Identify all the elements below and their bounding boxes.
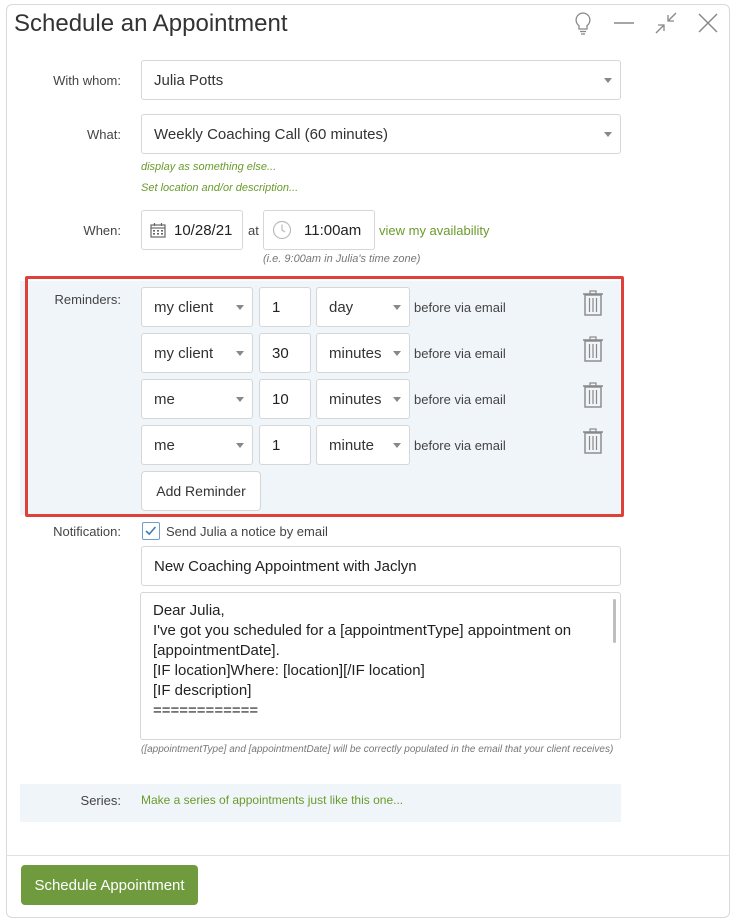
date-input[interactable]: 10/28/21 xyxy=(141,210,243,250)
body-line: [IF description] xyxy=(153,682,252,699)
what-select[interactable]: Weekly Coaching Call (60 minutes) xyxy=(141,114,621,154)
series-label: Series: xyxy=(80,793,121,808)
make-series-link[interactable]: Make a series of appointments just like … xyxy=(141,793,403,807)
footer-divider xyxy=(6,855,730,856)
reminders-highlight xyxy=(25,276,624,517)
set-location-link[interactable]: Set location and/or description... xyxy=(141,182,298,194)
send-notice-label: Send Julia a notice by email xyxy=(166,524,328,539)
body-line: Dear Julia, xyxy=(153,602,225,619)
caret-down-icon xyxy=(604,132,612,137)
when-label: When: xyxy=(83,223,121,238)
time-value: 11:00am xyxy=(304,221,362,239)
notification-label: Notification: xyxy=(53,524,121,539)
with-whom-label: With whom: xyxy=(53,73,121,88)
display-as-link[interactable]: display as something else... xyxy=(141,161,276,173)
body-line: [appointmentDate]. xyxy=(153,642,280,659)
close-icon[interactable] xyxy=(695,10,721,36)
what-value: Weekly Coaching Call (60 minutes) xyxy=(154,125,388,143)
body-line: ============ xyxy=(153,702,259,719)
caret-down-icon xyxy=(604,78,612,83)
minimize-icon[interactable] xyxy=(611,10,637,36)
schedule-appointment-button[interactable]: Schedule Appointment xyxy=(21,865,198,905)
email-subject-value: New Coaching Appointment with Jaclyn xyxy=(154,557,417,575)
clock-icon xyxy=(272,220,292,240)
placeholder-note: ([appointmentType] and [appointmentDate]… xyxy=(141,744,614,755)
view-availability-link[interactable]: view my availability xyxy=(379,223,490,238)
lightbulb-icon[interactable] xyxy=(570,10,596,36)
timezone-note: (i.e. 9:00am in Julia's time zone) xyxy=(263,253,421,265)
email-subject-input[interactable]: New Coaching Appointment with Jaclyn xyxy=(141,546,621,586)
date-value: 10/28/21 xyxy=(174,221,233,239)
body-line: I've got you scheduled for a [appointmen… xyxy=(153,622,572,639)
textarea-scrollbar[interactable] xyxy=(613,599,616,643)
calendar-icon xyxy=(150,223,166,238)
send-notice-checkbox[interactable] xyxy=(142,522,160,540)
time-input[interactable]: 11:00am xyxy=(263,210,375,250)
dialog-title: Schedule an Appointment xyxy=(14,10,288,37)
with-whom-select[interactable]: Julia Potts xyxy=(141,60,621,100)
with-whom-value: Julia Potts xyxy=(154,71,224,89)
what-label: What: xyxy=(87,127,121,142)
collapse-icon[interactable] xyxy=(653,10,679,36)
checkmark-icon xyxy=(145,526,157,536)
at-label: at xyxy=(248,223,259,238)
body-line: [IF location]Where: [location][/IF locat… xyxy=(153,662,425,679)
email-body-textarea[interactable]: Dear Julia, I've got you scheduled for a… xyxy=(140,592,621,740)
